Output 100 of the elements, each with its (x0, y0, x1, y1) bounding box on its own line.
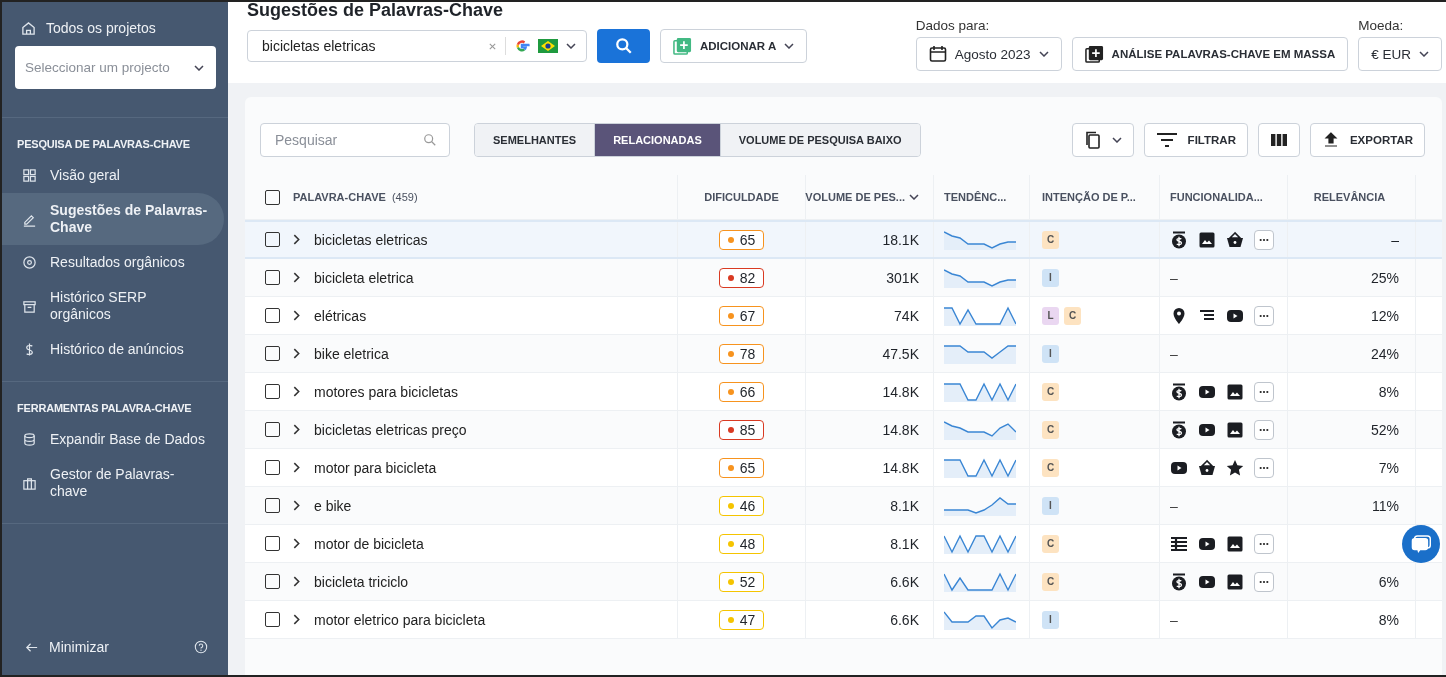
more-button[interactable] (1254, 305, 1274, 326)
chevron-right-icon[interactable] (293, 386, 300, 397)
more-button[interactable] (1254, 381, 1274, 402)
row-checkbox[interactable] (265, 612, 280, 627)
row-checkbox[interactable] (265, 384, 280, 399)
keyword-link[interactable]: bike eletrica (314, 345, 389, 362)
chevron-right-icon[interactable] (293, 500, 300, 511)
more-button[interactable] (1254, 571, 1274, 592)
search-input[interactable]: Pesquisar (273, 131, 423, 149)
copy-dropdown[interactable] (1071, 123, 1134, 157)
bulk-analysis-button[interactable]: ANÁLISE PALAVRAS-CHAVE EM MASSA (1071, 37, 1349, 71)
keyword-link[interactable]: bicicleta eletrica (314, 269, 414, 286)
image-icon (1226, 382, 1244, 401)
row-checkbox[interactable] (265, 232, 280, 247)
column-header[interactable]: RELEVÂNCIA (1313, 191, 1386, 203)
table-row[interactable]: motor eletrico para bicicleta 47 6.6K I – 8% (245, 601, 1442, 639)
chevron-right-icon[interactable] (293, 348, 300, 359)
more-button[interactable] (1254, 419, 1274, 440)
columns-button[interactable] (1257, 123, 1300, 157)
row-checkbox[interactable] (265, 270, 280, 285)
keyword-link[interactable]: motor para bicicleta (314, 459, 437, 476)
table-row[interactable]: motores para bicicletas 66 14.8K C 8% (245, 373, 1442, 411)
sidebar-item[interactable]: Expandir Base de Dados (2, 422, 224, 457)
export-button[interactable]: EXPORTAR (1309, 123, 1425, 157)
ellipsis-icon (1259, 579, 1269, 584)
chevron-right-icon[interactable] (293, 576, 300, 587)
table-row[interactable]: bike eletrica 78 47.5K I – 24% (245, 335, 1442, 373)
keyword-search-field[interactable]: bicicletas eletricas (247, 30, 587, 62)
search-button[interactable] (597, 29, 650, 63)
table-row[interactable]: bicicleta triciclo 52 6.6K C 6% (245, 563, 1442, 601)
row-checkbox[interactable] (265, 574, 280, 589)
column-header[interactable]: TENDÊNC... (944, 191, 1007, 203)
keyword-link[interactable]: elétricas (314, 307, 367, 324)
row-checkbox[interactable] (265, 498, 280, 513)
keyword-input[interactable]: bicicletas eletricas (260, 37, 480, 55)
date-dropdown[interactable]: Agosto 2023 (915, 37, 1062, 71)
sidebar-item[interactable]: Histórico de anúncios (2, 332, 224, 367)
keyword-link[interactable]: motor de bicicleta (314, 535, 424, 552)
image-icon (1226, 534, 1244, 553)
table-row[interactable]: bicicletas eletricas preço 85 14.8K C 52% (245, 411, 1442, 449)
sidebar-item[interactable]: Resultados orgânicos (2, 245, 224, 280)
filter-tab[interactable]: SEMELHANTES (475, 124, 595, 156)
table-row[interactable]: motor de bicicleta 48 8.1K C (245, 525, 1442, 563)
more-button[interactable] (1254, 533, 1274, 554)
all-projects-link[interactable]: Todos os projetos (15, 20, 216, 36)
image-icon (1226, 572, 1244, 591)
minimize-button[interactable]: Minimizar (18, 639, 115, 655)
select-all-checkbox[interactable] (265, 189, 280, 205)
home-icon (21, 20, 36, 36)
chevron-right-icon[interactable] (293, 538, 300, 549)
brazil-flag-icon[interactable] (538, 39, 558, 53)
keyword-link[interactable]: bicicletas eletricas preço (314, 421, 467, 438)
chevron-right-icon[interactable] (293, 234, 300, 245)
empty-value: – (1170, 497, 1178, 514)
sidebar-item[interactable]: Sugestões de Palavras-Chave (2, 193, 224, 245)
keyword-link[interactable]: e bike (314, 497, 352, 514)
row-checkbox[interactable] (265, 346, 280, 361)
column-header[interactable]: VOLUME DE PES... (805, 191, 905, 203)
help-icon[interactable] (194, 640, 208, 654)
empty-value: – (1170, 345, 1178, 362)
table-row[interactable]: bicicletas eletricas 65 18.1K C – (245, 220, 1442, 259)
chevron-down-icon (1111, 137, 1122, 143)
sidebar-item[interactable]: Visão geral (2, 158, 224, 193)
more-button[interactable] (1254, 229, 1274, 250)
clear-icon[interactable] (488, 41, 497, 51)
keyword-link[interactable]: motor eletrico para bicicleta (314, 611, 486, 628)
add-to-button[interactable]: ADICIONAR A (660, 29, 808, 63)
column-header[interactable]: FUNCIONALIDA... (1170, 191, 1263, 203)
currency-dropdown[interactable]: € EUR (1358, 37, 1442, 71)
image-icon (1198, 230, 1216, 249)
keyword-link[interactable]: bicicleta triciclo (314, 573, 409, 590)
sort-caret-icon[interactable] (909, 194, 919, 200)
sidebar-item[interactable]: Histórico SERP orgânicos (2, 280, 224, 332)
chevron-right-icon[interactable] (293, 614, 300, 625)
relevance-value: 11% (1372, 497, 1399, 514)
filter-tab[interactable]: RELACIONADAS (594, 124, 720, 156)
keyword-link[interactable]: bicicletas eletricas (314, 231, 428, 248)
row-checkbox[interactable] (265, 422, 280, 437)
row-checkbox[interactable] (265, 536, 280, 551)
filter-button[interactable]: FILTRAR (1143, 123, 1248, 157)
row-checkbox[interactable] (265, 460, 280, 475)
table-row[interactable]: elétricas 67 74K L C 12% (245, 297, 1442, 335)
column-header[interactable]: INTENÇÃO DE P... (1042, 191, 1136, 203)
chevron-right-icon[interactable] (293, 462, 300, 473)
table-search-field[interactable]: Pesquisar (260, 123, 450, 157)
table-row[interactable]: e bike 46 8.1K I – 11% (245, 487, 1442, 525)
chevron-right-icon[interactable] (293, 272, 300, 283)
table-row[interactable]: motor para bicicleta 65 14.8K C 7% (245, 449, 1442, 487)
column-header[interactable]: DIFICULDADE (704, 191, 779, 203)
volume-value: 47.5K (882, 345, 919, 362)
table-row[interactable]: bicicleta eletrica 82 301K I – 25% (245, 259, 1442, 297)
chevron-right-icon[interactable] (293, 424, 300, 435)
row-checkbox[interactable] (265, 308, 280, 323)
filter-tab[interactable]: VOLUME DE PESQUISA BAIXO (719, 124, 920, 156)
more-button[interactable] (1254, 457, 1274, 478)
keyword-link[interactable]: motores para bicicletas (314, 383, 458, 400)
column-header[interactable]: PALAVRA-CHAVE (459) (293, 191, 418, 203)
chevron-down-icon[interactable] (566, 43, 576, 49)
chevron-right-icon[interactable] (293, 310, 300, 321)
sidebar-item[interactable]: Gestor de Palavras-chave (2, 457, 224, 509)
